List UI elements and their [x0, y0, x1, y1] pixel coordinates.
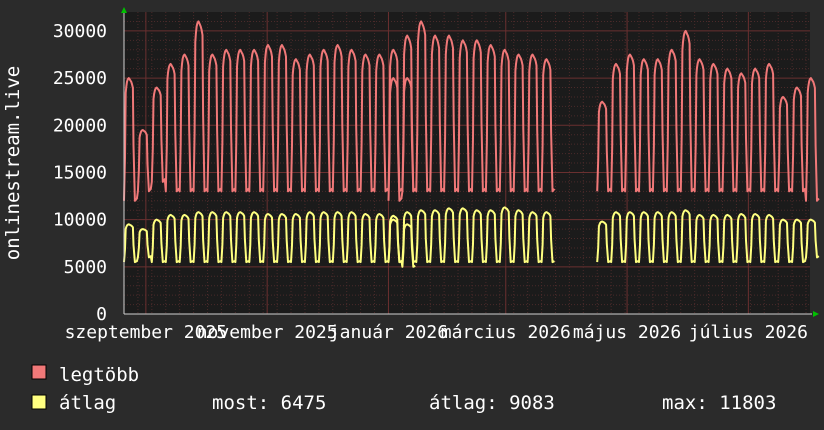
y-tick-label: 10000	[53, 210, 107, 231]
legend-swatch-legtobb	[31, 364, 47, 380]
y-tick-label: 20000	[53, 115, 107, 136]
legend-swatch-atlag	[31, 394, 47, 410]
x-tick-label: november 2025	[197, 322, 338, 343]
x-tick-label: március 2026	[441, 322, 571, 343]
legend-stat-max: max: 11803	[662, 392, 776, 414]
legend-label-legtobb: legtöbb	[59, 364, 139, 386]
y-tick-label: 5000	[64, 257, 107, 278]
chart: 050001000015000200002500030000 szeptembe…	[0, 0, 824, 430]
y-tick-label: 30000	[53, 21, 107, 42]
y-axis-title: onlinestream.live	[2, 66, 24, 260]
x-tick-label: július 2026	[689, 322, 808, 343]
legend-stat-most: most: 6475	[212, 392, 326, 414]
y-tick-label: 25000	[53, 68, 107, 89]
legend-label-atlag: átlag	[59, 392, 116, 414]
y-tick-label: 15000	[53, 162, 107, 183]
legend-stat-atlag: átlag: 9083	[429, 392, 555, 414]
x-tick-label: május 2026	[573, 322, 681, 343]
x-tick-labels: szeptember 2025november 2025január 2026m…	[65, 322, 808, 343]
x-tick-label: január 2026	[329, 322, 448, 343]
